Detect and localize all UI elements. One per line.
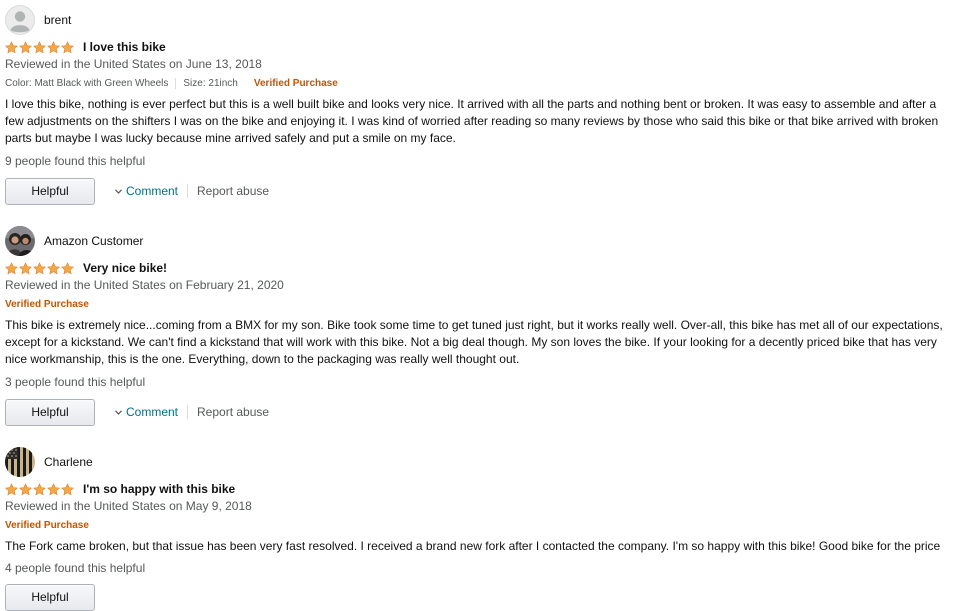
review-date: Reviewed in the United States on Februar… — [5, 278, 284, 292]
star-icon — [61, 261, 74, 274]
divider — [175, 78, 177, 89]
star-icon — [33, 482, 46, 495]
flag-avatar — [5, 447, 35, 477]
star-icon — [33, 40, 46, 53]
helpful-button[interactable]: Helpful — [5, 177, 95, 205]
review-actions: Helpful Comment Report abuse — [5, 398, 269, 426]
verified-purchase-badge: Verified Purchase — [253, 78, 338, 89]
user-photo-avatar — [5, 226, 35, 256]
star-icon — [33, 261, 46, 274]
review-body: This bike is extremely nice...coming fro… — [5, 318, 943, 367]
review-date: Reviewed in the United States on June 13… — [5, 57, 262, 71]
star-icon — [47, 482, 60, 495]
comment-label: Comment — [126, 184, 179, 198]
star-icon — [5, 261, 18, 274]
comment-link[interactable]: Comment — [115, 405, 178, 419]
verified-purchase-badge: Verified Purchase — [5, 299, 89, 310]
report-abuse-link[interactable]: Report abuse — [197, 405, 269, 419]
reviewer-name: Charlene — [44, 455, 93, 469]
review-title-row: I'm so happy with this bike — [5, 481, 235, 497]
review-format-strip: Color: Matt Black with Green Wheels Size… — [5, 78, 338, 89]
star-icon — [19, 482, 32, 495]
reviewer-profile[interactable]: Amazon Customer — [5, 226, 143, 256]
reviewer-name: brent — [44, 13, 72, 27]
star-rating[interactable] — [5, 40, 75, 54]
review-actions: Helpful — [5, 583, 95, 611]
helpful-button[interactable]: Helpful — [5, 583, 95, 611]
reviewer-profile[interactable]: brent — [5, 5, 71, 35]
star-icon — [5, 482, 18, 495]
reviewer-profile[interactable]: Charlene — [5, 447, 93, 477]
chevron-down-icon — [115, 409, 122, 415]
star-rating[interactable] — [5, 482, 75, 496]
review-title-row: I love this bike — [5, 39, 166, 55]
comment-link[interactable]: Comment — [115, 184, 178, 198]
review-title[interactable]: I'm so happy with this bike — [83, 482, 235, 496]
star-icon — [5, 40, 18, 53]
helpful-count: 4 people found this helpful — [5, 561, 146, 575]
verified-purchase-badge: Verified Purchase — [5, 520, 89, 531]
divider — [187, 184, 189, 198]
comment-label: Comment — [126, 405, 179, 419]
reviewer-name: Amazon Customer — [44, 234, 144, 248]
divider — [187, 405, 189, 419]
report-abuse-link[interactable]: Report abuse — [197, 184, 269, 198]
star-rating[interactable] — [5, 261, 75, 275]
star-icon — [61, 482, 74, 495]
size-option: Size: 21inch — [183, 78, 238, 89]
review-body: The Fork came broken, but that issue has… — [5, 539, 941, 553]
review-date: Reviewed in the United States on May 9, … — [5, 499, 252, 513]
review-body: I love this bike, nothing is ever perfec… — [5, 97, 939, 146]
helpful-count: 9 people found this helpful — [5, 154, 146, 168]
star-icon — [19, 261, 32, 274]
star-icon — [19, 40, 32, 53]
chevron-down-icon — [115, 188, 122, 194]
default-avatar-icon — [5, 5, 35, 35]
star-icon — [61, 40, 74, 53]
review-title[interactable]: I love this bike — [83, 40, 166, 54]
color-option: Color: Matt Black with Green Wheels — [5, 78, 169, 89]
review-title[interactable]: Very nice bike! — [83, 261, 167, 275]
star-icon — [47, 40, 60, 53]
review-actions: Helpful Comment Report abuse — [5, 177, 269, 205]
review-title-row: Very nice bike! — [5, 260, 167, 276]
helpful-button[interactable]: Helpful — [5, 398, 95, 426]
star-icon — [47, 261, 60, 274]
helpful-count: 3 people found this helpful — [5, 375, 146, 389]
